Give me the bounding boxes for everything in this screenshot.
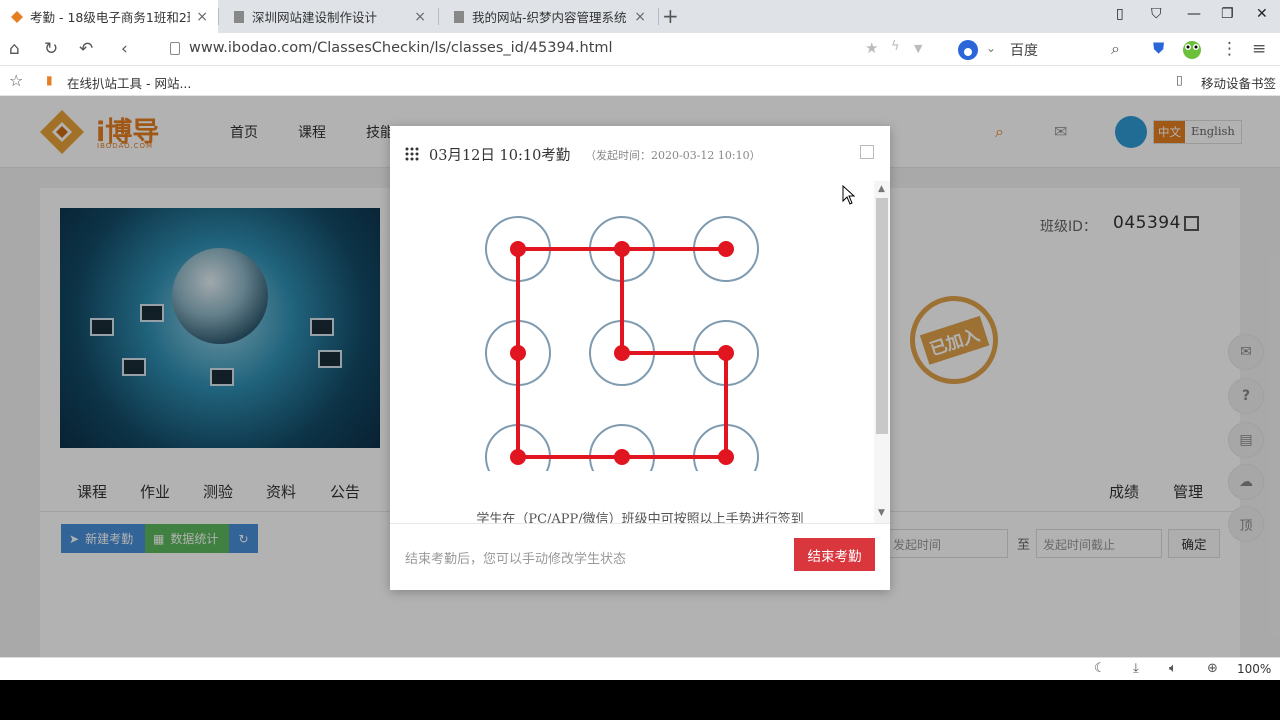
volume-icon[interactable]: 🔈︎ bbox=[1169, 661, 1177, 676]
close-tab-icon[interactable]: × bbox=[634, 9, 646, 25]
browser-tab[interactable]: 我的网站-织梦内容管理系统 V × bbox=[442, 0, 656, 33]
modal-scrollbar[interactable]: ▲ ▼ bbox=[874, 181, 890, 523]
baidu-icon bbox=[958, 40, 978, 60]
page-icon bbox=[452, 10, 466, 24]
reload-icon[interactable]: ↻ bbox=[44, 39, 58, 59]
pattern-node-dot bbox=[614, 345, 630, 361]
more-vert-icon[interactable]: ⋮ bbox=[1221, 39, 1238, 59]
close-window-icon[interactable]: ✕ bbox=[1256, 6, 1268, 22]
tab-separator bbox=[218, 8, 219, 25]
chevron-down-icon[interactable]: ⌄ bbox=[986, 41, 996, 55]
modal-header: 03月12日 10:10考勤 （发起时间：2020-03-12 10:10） bbox=[390, 126, 890, 181]
back-icon[interactable]: ‹ bbox=[121, 39, 128, 59]
close-tab-icon[interactable]: × bbox=[414, 9, 426, 25]
browser-tab[interactable]: 深圳网站建设制作设计 × bbox=[222, 0, 436, 33]
grid-dots-icon bbox=[405, 147, 419, 161]
address-bar: ⌂ ↻ ↶ ‹ www.ibodao.com/ClassesCheckin/ls… bbox=[0, 33, 1280, 66]
taskbar bbox=[0, 680, 1280, 720]
scroll-up-icon[interactable]: ▲ bbox=[878, 184, 885, 194]
zoom-level[interactable]: 100% bbox=[1237, 662, 1271, 676]
gesture-hint: 学生在（PC/APP/微信）班级中可按照以上手势进行签到 bbox=[476, 512, 804, 523]
undo-icon[interactable]: ↶ bbox=[79, 39, 93, 59]
tile-icon[interactable]: ▯ bbox=[1116, 6, 1124, 22]
mouse-cursor-icon bbox=[842, 185, 856, 205]
menu-icon[interactable]: ≡ bbox=[1252, 39, 1266, 59]
tab-separator bbox=[438, 8, 439, 25]
pattern-node-dot bbox=[510, 449, 526, 465]
tab-separator bbox=[658, 8, 659, 25]
checkin-modal: 03月12日 10:10考勤 （发起时间：2020-03-12 10:10） 学… bbox=[390, 126, 890, 590]
bookmark-bar: ☆ ▮ 在线扒站工具 - 网站... ▯ 移动设备书签 bbox=[0, 66, 1280, 96]
chevron-down-icon[interactable]: ▼ bbox=[914, 42, 922, 55]
browser-tab-active[interactable]: 考勤 - 18级电子商务1班和2班 × bbox=[0, 0, 218, 33]
tab-title: 深圳网站建设制作设计 bbox=[252, 10, 378, 25]
frog-extension-icon[interactable] bbox=[1181, 38, 1203, 60]
restore-icon[interactable]: ❐ bbox=[1221, 6, 1234, 22]
pattern-node-dot bbox=[614, 241, 630, 257]
gesture-pattern bbox=[485, 216, 759, 471]
pattern-node-dot bbox=[718, 345, 734, 361]
bookmark-favicon-icon: ▮ bbox=[46, 73, 53, 87]
modal-title: 03月12日 10:10考勤 bbox=[429, 148, 571, 164]
footer-hint: 结束考勤后，您可以手动修改学生状态 bbox=[405, 552, 627, 567]
scroll-down-icon[interactable]: ▼ bbox=[878, 508, 885, 518]
minimize-icon[interactable]: — bbox=[1187, 6, 1201, 22]
maximize-icon[interactable] bbox=[860, 145, 874, 159]
ibodao-favicon-icon bbox=[10, 10, 24, 24]
night-mode-icon[interactable]: ☾ bbox=[1094, 661, 1106, 676]
modal-subtitle: （发起时间：2020-03-12 10:10） bbox=[585, 149, 761, 162]
search-engine-label: 百度 bbox=[1010, 43, 1038, 59]
end-checkin-button[interactable]: 结束考勤 bbox=[794, 538, 875, 571]
skin-icon[interactable]: ⛉ bbox=[1151, 6, 1162, 22]
close-tab-icon[interactable]: × bbox=[196, 9, 208, 25]
star-icon[interactable]: ★ bbox=[865, 39, 878, 57]
pattern-node-dot bbox=[614, 449, 630, 465]
home-icon[interactable]: ⌂ bbox=[9, 39, 20, 59]
tab-title: 我的网站-织梦内容管理系统 V bbox=[472, 10, 629, 25]
lightning-icon[interactable]: ϟ bbox=[891, 39, 900, 54]
browser-statusbar: ☾ ⤓ 🔈︎ ⊕ 100% bbox=[0, 657, 1280, 680]
scroll-thumb[interactable] bbox=[876, 198, 888, 434]
tab-title: 考勤 - 18级电子商务1班和2班 bbox=[30, 10, 191, 25]
mobile-icon: ▯ bbox=[1176, 72, 1183, 87]
page-info-icon[interactable] bbox=[170, 42, 180, 55]
page-icon bbox=[232, 10, 246, 24]
zoom-icon[interactable]: ⊕ bbox=[1207, 661, 1218, 676]
star-outline-icon[interactable]: ☆ bbox=[9, 71, 23, 90]
mobile-bookmarks-link[interactable]: 移动设备书签 bbox=[1201, 73, 1276, 92]
download-icon[interactable]: ⤓ bbox=[1133, 661, 1139, 676]
pattern-node-dot bbox=[510, 345, 526, 361]
pattern-node-dot bbox=[718, 449, 734, 465]
browser-tabbar: 考勤 - 18级电子商务1班和2班 × 深圳网站建设制作设计 × 我的网站-织梦… bbox=[0, 0, 1280, 33]
search-icon[interactable]: ⌕ bbox=[1111, 39, 1120, 59]
shield-icon[interactable]: ⛊ bbox=[1153, 39, 1164, 57]
pattern-node-dot bbox=[510, 241, 526, 257]
modal-body: 学生在（PC/APP/微信）班级中可按照以上手势进行签到 bbox=[390, 181, 874, 523]
url-input[interactable]: www.ibodao.com/ClassesCheckin/ls/classes… bbox=[189, 40, 613, 56]
new-tab-icon[interactable]: + bbox=[662, 4, 679, 28]
bookmark-item[interactable]: 在线扒站工具 - 网站... bbox=[67, 73, 191, 92]
pattern-node-dot bbox=[718, 241, 734, 257]
modal-footer: 结束考勤后，您可以手动修改学生状态 结束考勤 bbox=[390, 523, 890, 590]
